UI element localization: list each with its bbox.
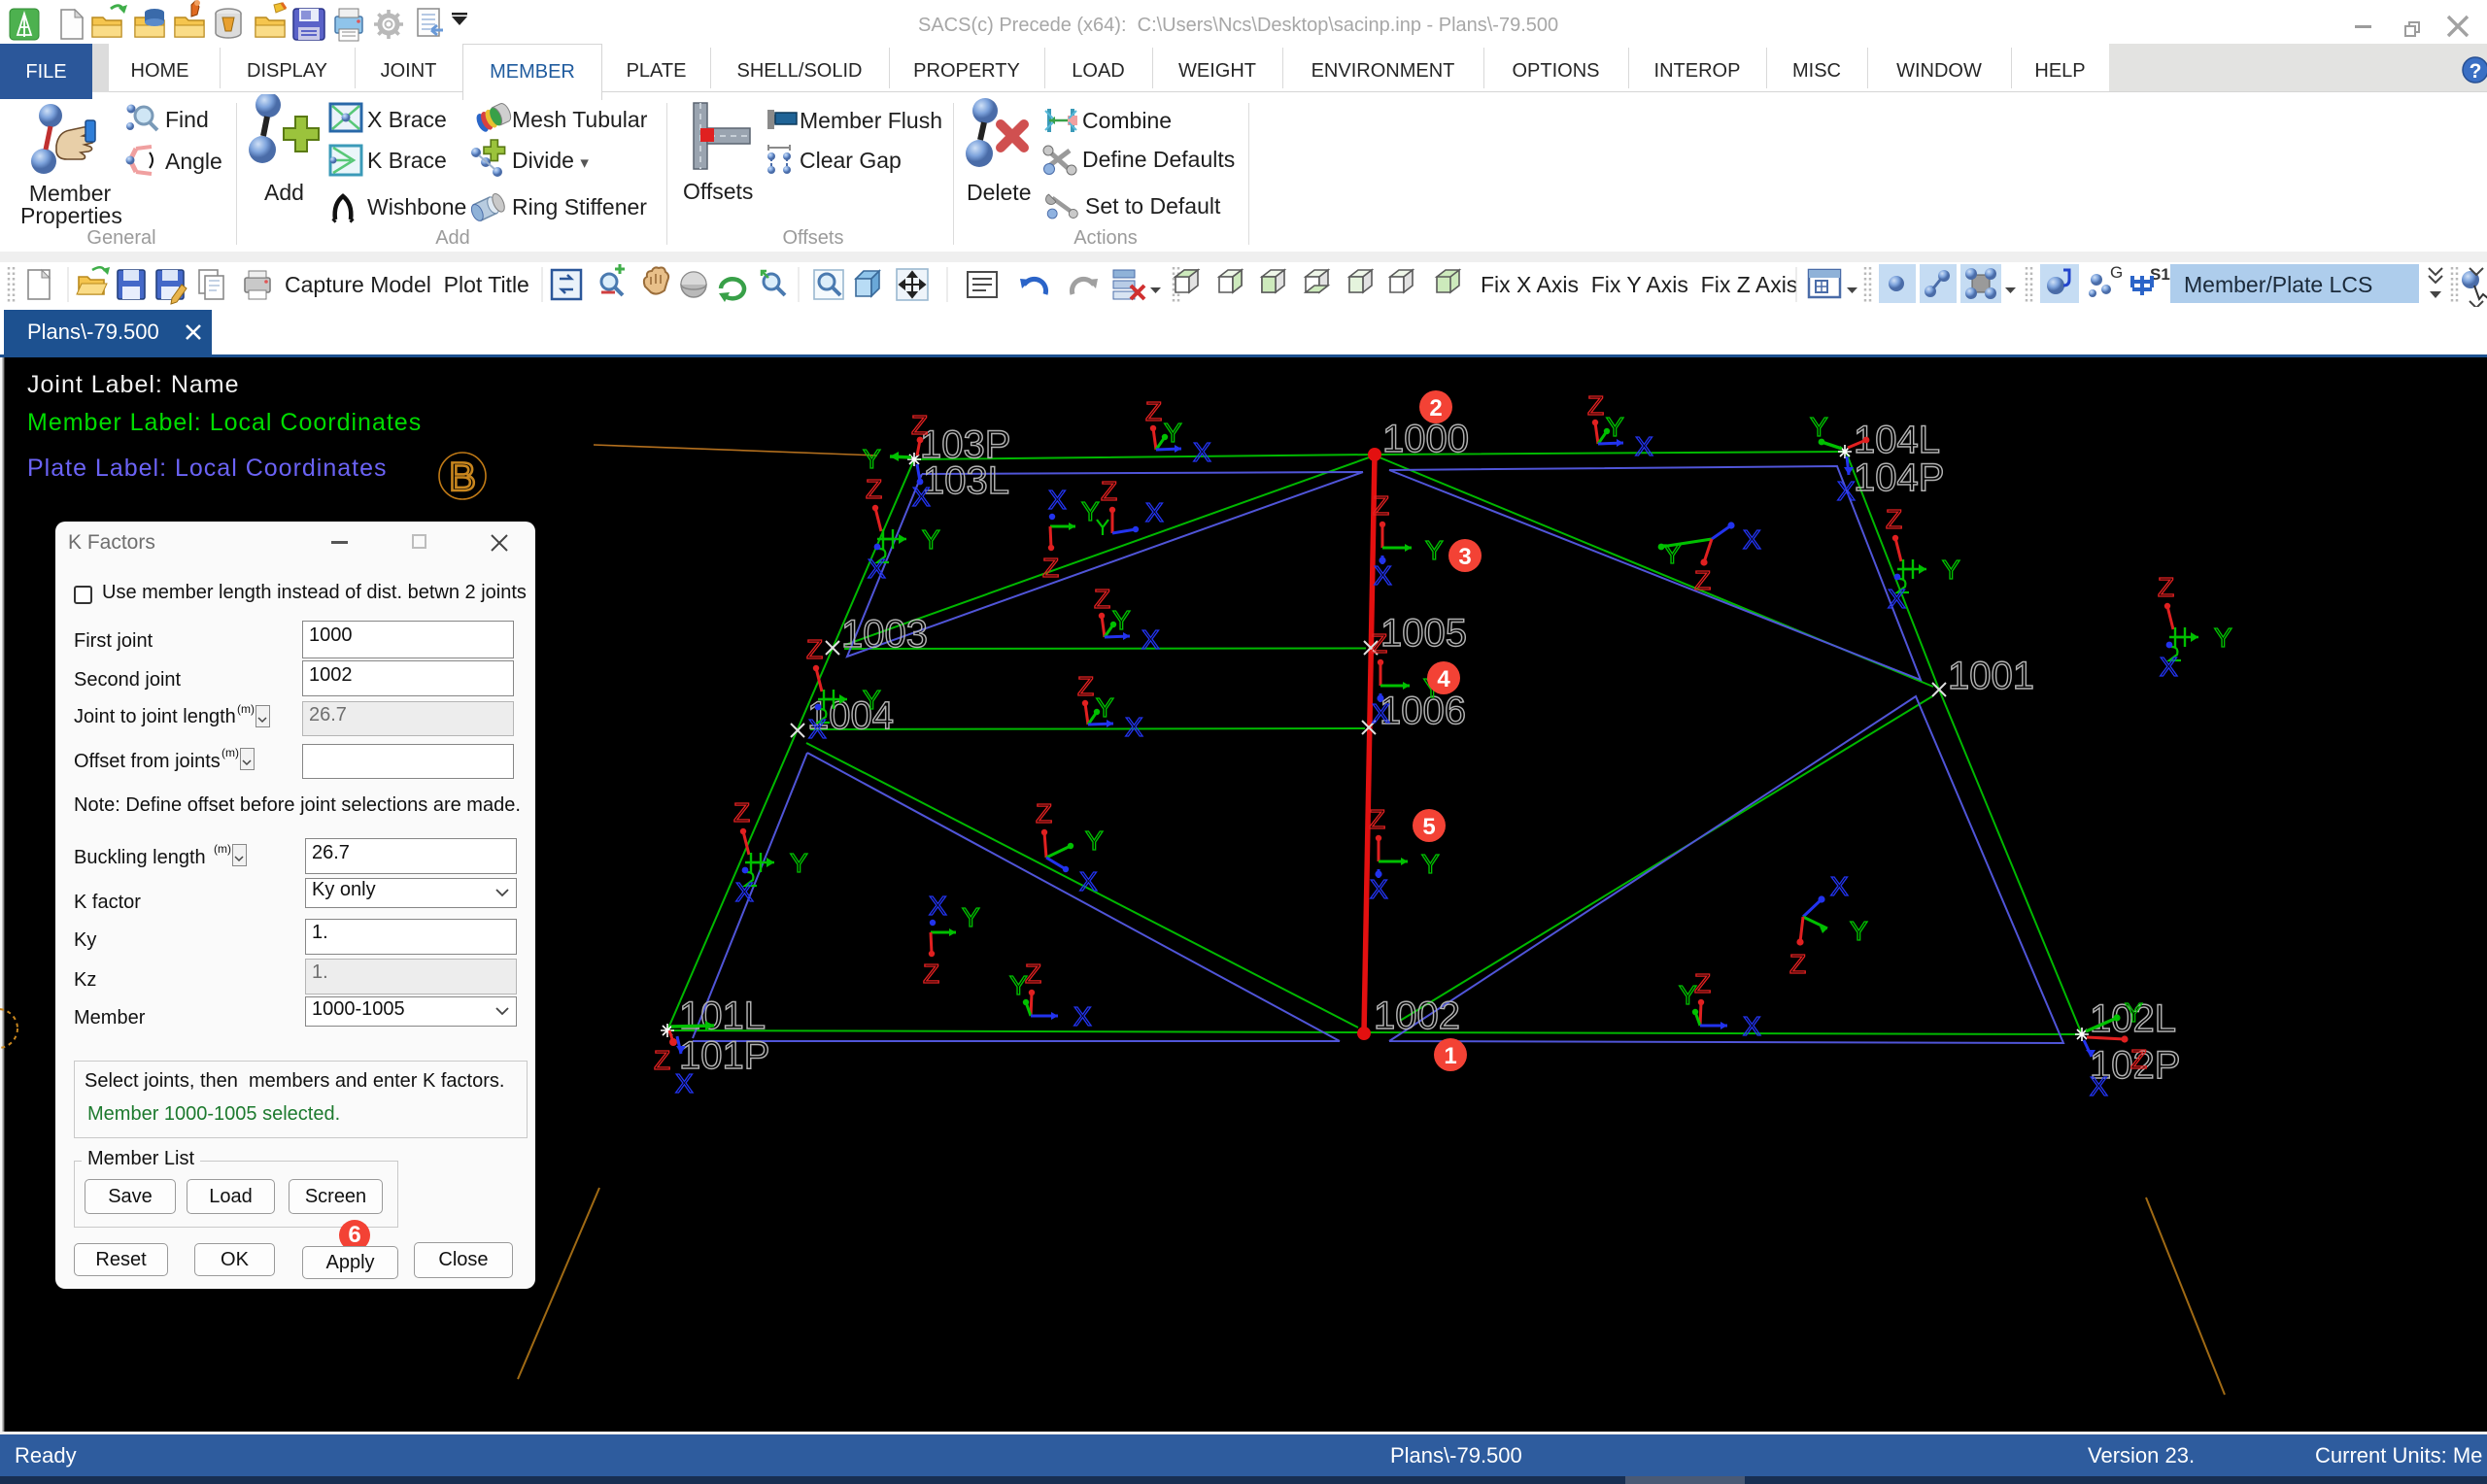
svg-text:Joint Label: Name: Joint Label: Name	[27, 371, 240, 398]
svg-text:?: ?	[2470, 60, 2482, 83]
svg-text:B: B	[449, 454, 476, 499]
svg-text:Fix X Axis Fix Y Axis Fix Z: Fix X Axis Fix Y Axis Fix Z Axis	[1481, 272, 1797, 297]
svg-text:5: 5	[1422, 814, 1435, 840]
svg-text:X: X	[1837, 476, 1856, 506]
svg-text:Y: Y	[1810, 412, 1828, 442]
svg-text:Z: Z	[2130, 1044, 2147, 1074]
svg-text:X: X	[2090, 1071, 2108, 1101]
svg-text:Z: Z	[654, 1045, 670, 1075]
svg-text:Capture Model Plot Title: Capture Model Plot Title	[285, 272, 529, 297]
svg-text:Member/Plate LCS: Member/Plate LCS	[2184, 272, 2372, 297]
svg-text:Y: Y	[2125, 997, 2143, 1028]
svg-text:1005: 1005	[1380, 612, 1467, 655]
svg-text:1003: 1003	[841, 613, 928, 656]
svg-text:Member Label: Local Coordinate: Member Label: Local Coordinates	[27, 409, 422, 436]
svg-text:X: X	[912, 482, 931, 512]
svg-text:1: 1	[1444, 1043, 1456, 1069]
svg-text:2: 2	[1429, 395, 1442, 422]
svg-text:104P: 104P	[1854, 456, 1944, 499]
svg-text:Z: Z	[911, 410, 928, 440]
svg-text:1001: 1001	[1948, 655, 2034, 697]
svg-text:3: 3	[1458, 544, 1471, 570]
svg-text:X: X	[1743, 524, 1761, 555]
svg-text:Plate Label: Local Coordinates: Plate Label: Local Coordinates	[27, 455, 388, 482]
svg-text:Y: Y	[1663, 539, 1682, 569]
svg-text:Y: Y	[863, 444, 881, 474]
svg-text:4: 4	[1437, 666, 1450, 692]
svg-text:G: G	[2110, 263, 2123, 282]
svg-text:101L: 101L	[679, 995, 766, 1037]
svg-text:X: X	[675, 1068, 694, 1098]
svg-text:103L: 103L	[923, 459, 1009, 502]
svg-text:1000: 1000	[1382, 418, 1469, 460]
svg-text:1002: 1002	[1374, 995, 1460, 1037]
svg-text:Z: Z	[1694, 565, 1711, 595]
